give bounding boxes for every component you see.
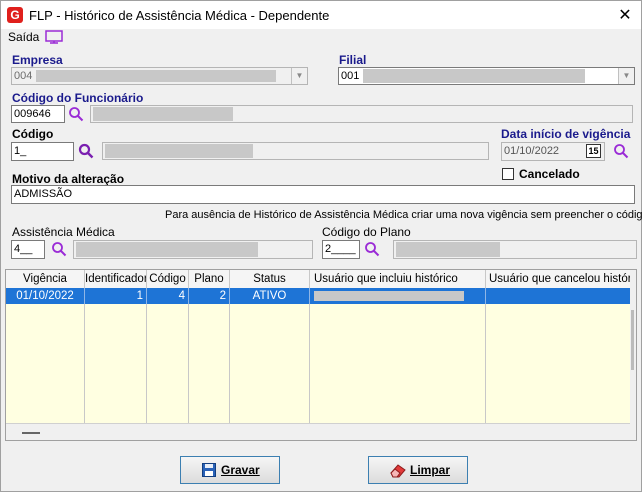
cell-vigencia: 01/10/2022 [6, 288, 85, 304]
codigo-description-field [102, 142, 489, 160]
horizontal-scrollbar[interactable] [6, 423, 630, 440]
search-icon[interactable] [51, 241, 67, 257]
filial-code: 001 [341, 70, 360, 82]
vigencia-date-value: 01/10/2022 [504, 145, 560, 157]
column-divider [189, 288, 230, 423]
funcionario-code-field[interactable]: 009646 [11, 105, 65, 123]
scroll-thumb[interactable] [22, 432, 40, 434]
hint-text: Para ausência de Histórico de Assistênci… [165, 209, 642, 221]
funcionario-label: Código do Funcionário [12, 91, 144, 105]
funcionario-name-field [90, 105, 633, 123]
usuario-inclusao-redacted [314, 291, 464, 301]
cell-usuario-cancelamento [486, 288, 630, 304]
dialog-window: G FLP - Histórico de Assistência Médica … [0, 0, 642, 492]
logo-icon: G [7, 7, 23, 23]
chevron-down-icon[interactable]: ▼ [291, 68, 307, 84]
save-button[interactable]: Gravar [180, 456, 280, 484]
search-icon[interactable] [78, 143, 94, 159]
plano-description-redacted [396, 242, 500, 257]
title-bar: G FLP - Histórico de Assistência Médica … [1, 1, 641, 29]
cancelado-label: Cancelado [519, 167, 580, 181]
motivo-label: Motivo da alteração [12, 172, 125, 186]
table-row[interactable]: 01/10/2022 1 4 2 ATIVO [6, 288, 630, 304]
table-header: Vigência Identificador Código Plano Stat… [6, 270, 630, 289]
column-divider [147, 288, 189, 423]
search-icon[interactable] [68, 106, 84, 122]
vigencia-date-field[interactable]: 01/10/2022 15 [501, 142, 605, 161]
plano-description-field [393, 240, 637, 259]
cell-usuario-inclusao [310, 288, 486, 304]
motivo-field[interactable]: ADMISSÃO [11, 185, 635, 204]
cell-status: ATIVO [230, 288, 310, 304]
close-icon[interactable]: ✕ [613, 5, 637, 25]
assistencia-description-field [73, 240, 313, 259]
scroll-thumb[interactable] [631, 310, 634, 370]
save-icon [202, 463, 216, 477]
cell-plano: 2 [189, 288, 230, 304]
empresa-label: Empresa [12, 53, 63, 67]
vigencia-label: Data início de vigência [501, 127, 631, 141]
eraser-icon [390, 464, 406, 478]
column-header-codigo[interactable]: Código [147, 270, 189, 288]
filial-label: Filial [339, 53, 367, 67]
funcionario-name-redacted [93, 107, 233, 121]
clear-button[interactable]: Limpar [368, 456, 468, 484]
window-title: FLP - Histórico de Assistência Médica - … [29, 8, 330, 23]
empresa-name-redacted [36, 70, 276, 82]
column-divider [230, 288, 310, 423]
cell-codigo: 4 [147, 288, 189, 304]
assistencia-label: Assistência Médica [12, 225, 115, 239]
column-header-identificador[interactable]: Identificador [85, 270, 147, 288]
codigo-field[interactable]: 1_ [11, 142, 74, 161]
search-icon[interactable] [613, 143, 629, 159]
table-body: 01/10/2022 1 4 2 ATIVO [6, 288, 630, 423]
save-button-label: Gravar [221, 463, 260, 477]
cell-identificador: 1 [85, 288, 147, 304]
codigo-label: Código [12, 127, 54, 141]
filial-name-redacted [363, 69, 585, 83]
empresa-code: 004 [14, 70, 33, 82]
empresa-select[interactable]: 004 ▼ [11, 67, 308, 85]
calendar-icon[interactable]: 15 [586, 144, 601, 158]
vertical-scrollbar[interactable] [630, 270, 636, 440]
column-header-status[interactable]: Status [230, 270, 310, 288]
chevron-down-icon[interactable]: ▼ [618, 68, 634, 84]
column-divider [310, 288, 486, 423]
column-header-usuario-cancelamento[interactable]: Usuário que cancelou histórico [486, 270, 630, 288]
column-header-usuario-inclusao[interactable]: Usuário que incluiu histórico [310, 270, 486, 288]
plano-label: Código do Plano [322, 225, 411, 239]
assistencia-field[interactable]: 4__ [11, 240, 45, 259]
plano-field[interactable]: 2____ [322, 240, 360, 259]
clear-button-label: Limpar [410, 463, 451, 477]
codigo-description-redacted [105, 144, 253, 158]
cancelado-checkbox[interactable] [502, 168, 514, 180]
column-divider [6, 288, 85, 423]
monitor-icon[interactable] [45, 30, 63, 44]
exit-menu[interactable]: Saída [8, 30, 39, 44]
assistencia-description-redacted [76, 242, 258, 257]
column-header-plano[interactable]: Plano [189, 270, 230, 288]
column-header-vigencia[interactable]: Vigência [6, 270, 85, 288]
filial-select[interactable]: 001 ▼ [338, 67, 635, 85]
search-icon[interactable] [364, 241, 380, 257]
column-divider [85, 288, 147, 423]
history-table[interactable]: Vigência Identificador Código Plano Stat… [5, 269, 637, 441]
